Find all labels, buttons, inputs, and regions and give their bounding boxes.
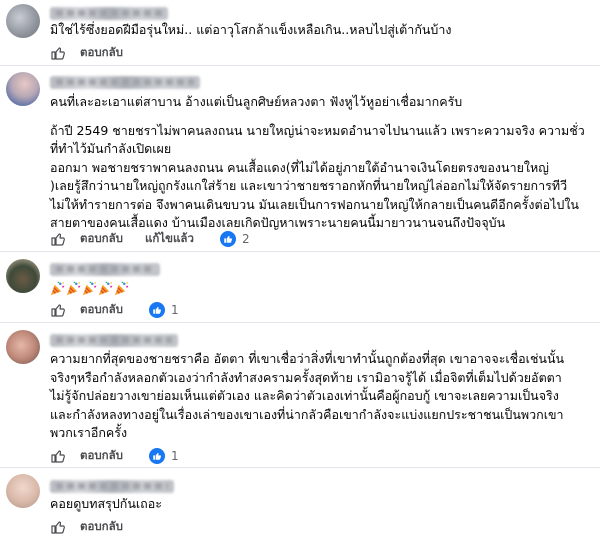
like-reaction-icon[interactable] xyxy=(219,231,236,247)
comment-line: ออกมา พอชายชราพาคนลงถนน คนเสื้อแดง(ที่ไม… xyxy=(50,159,549,175)
commenter-name-blurred[interactable] xyxy=(50,480,174,493)
divider xyxy=(0,322,600,323)
party-popper-icon xyxy=(50,281,65,296)
comment-line: คอยดูบทสรุปกันเถอะ xyxy=(50,496,162,511)
thumbs-up-icon[interactable] xyxy=(50,302,66,318)
reaction-count[interactable]: 1 xyxy=(171,303,179,317)
reply-button[interactable]: ตอบกลับ xyxy=(80,518,123,536)
edited-label: แก้ไขแล้ว xyxy=(145,231,194,245)
party-popper-icon xyxy=(66,281,81,296)
comment-text: คอยดูบทสรุปกันเถอะ xyxy=(50,495,585,514)
party-popper-icon xyxy=(98,281,113,296)
reply-button[interactable]: ตอบกลับ xyxy=(80,447,123,465)
commenter-name-blurred[interactable] xyxy=(50,334,178,347)
like-reaction-icon[interactable] xyxy=(149,448,165,464)
emoji-row xyxy=(50,281,129,296)
reaction-count[interactable]: 1 xyxy=(171,449,179,463)
comment-actions: ตอบกลับ xyxy=(50,517,145,537)
commenter-name-blurred[interactable] xyxy=(50,76,200,89)
comment-text: ความยากที่สุดของชายชราคือ อัตตา ที่เขาเช… xyxy=(50,350,585,443)
comment-line: ที่ทำไว้มันกำลังเปิดเผย xyxy=(50,141,172,156)
comment-line: ไม่ให้ทำรายการต่อ จึงพาคนเดินขบวน มันเลย… xyxy=(50,196,579,212)
avatar[interactable] xyxy=(6,474,40,508)
like-reaction-icon[interactable] xyxy=(149,302,165,318)
commenter-name-blurred[interactable] xyxy=(50,7,168,20)
party-popper-icon xyxy=(82,281,97,296)
comment-actions: ตอบกลับ 1 xyxy=(50,300,179,320)
avatar[interactable] xyxy=(6,330,40,364)
reply-button[interactable]: ตอบกลับ xyxy=(80,230,123,248)
comment-actions: ตอบกลับ xyxy=(50,43,145,63)
divider xyxy=(0,65,600,66)
comment-line: ถ้าปี 2549 ชายชราไม่พาคนลงถนน นายใหญ่น่า… xyxy=(50,122,585,138)
comment-line: มิใช่ไร้ซึ่งยอดฝีมือรุ่นใหม่.. แต่อาวุโส… xyxy=(50,22,452,37)
reply-button[interactable]: ตอบกลับ xyxy=(80,44,123,62)
comment-line: คนที่เละอะเอาแต่สาบาน อ้างแต่เป็นลูกศิษย… xyxy=(50,94,463,109)
thumbs-up-icon[interactable] xyxy=(50,45,66,61)
party-popper-icon xyxy=(114,281,129,296)
comment-line-blank xyxy=(50,112,585,122)
reaction-count[interactable]: 2 xyxy=(242,232,250,246)
comment-line: จริงๆหรือกำลังหลอกตัวเองว่ากำลังทำสงคราม… xyxy=(50,369,562,385)
divider xyxy=(0,251,600,252)
comment-text: มิใช่ไร้ซึ่งยอดฝีมือรุ่นใหม่.. แต่อาวุโส… xyxy=(50,21,585,40)
comment-line: และกำลังหลงทางอยู่ในเรื่องเล่าของเขาเองท… xyxy=(50,406,564,422)
comment-line: พวกเราอีกครั้ง xyxy=(50,425,128,440)
thumbs-up-icon[interactable] xyxy=(50,519,66,535)
divider xyxy=(0,467,600,468)
comment-line: ความยากที่สุดของชายชราคือ อัตตา ที่เขาเช… xyxy=(50,351,565,366)
reply-button[interactable]: ตอบกลับ xyxy=(80,301,123,319)
comment-line: ไม่รู้จักปล่อยวางเขาย่อมเห็นแต่ตัวเอง แล… xyxy=(50,388,559,403)
thumbs-up-icon[interactable] xyxy=(50,231,66,247)
avatar[interactable] xyxy=(6,259,40,293)
comment-actions: ตอบกลับ แก้ไขแล้ว 2 xyxy=(50,229,250,249)
comment-text: คนที่เละอะเอาแต่สาบาน อ้างแต่เป็นลูกศิษย… xyxy=(50,93,585,233)
comment-actions: ตอบกลับ 1 xyxy=(50,446,179,466)
avatar[interactable] xyxy=(6,4,40,38)
thumbs-up-icon[interactable] xyxy=(50,448,66,464)
commenter-name-blurred[interactable] xyxy=(50,263,160,276)
avatar[interactable] xyxy=(6,72,40,106)
comment-line: )เลยรู้สึกว่านายใหญ่ถูกรังแกใส่ร้าย และเ… xyxy=(50,178,568,193)
